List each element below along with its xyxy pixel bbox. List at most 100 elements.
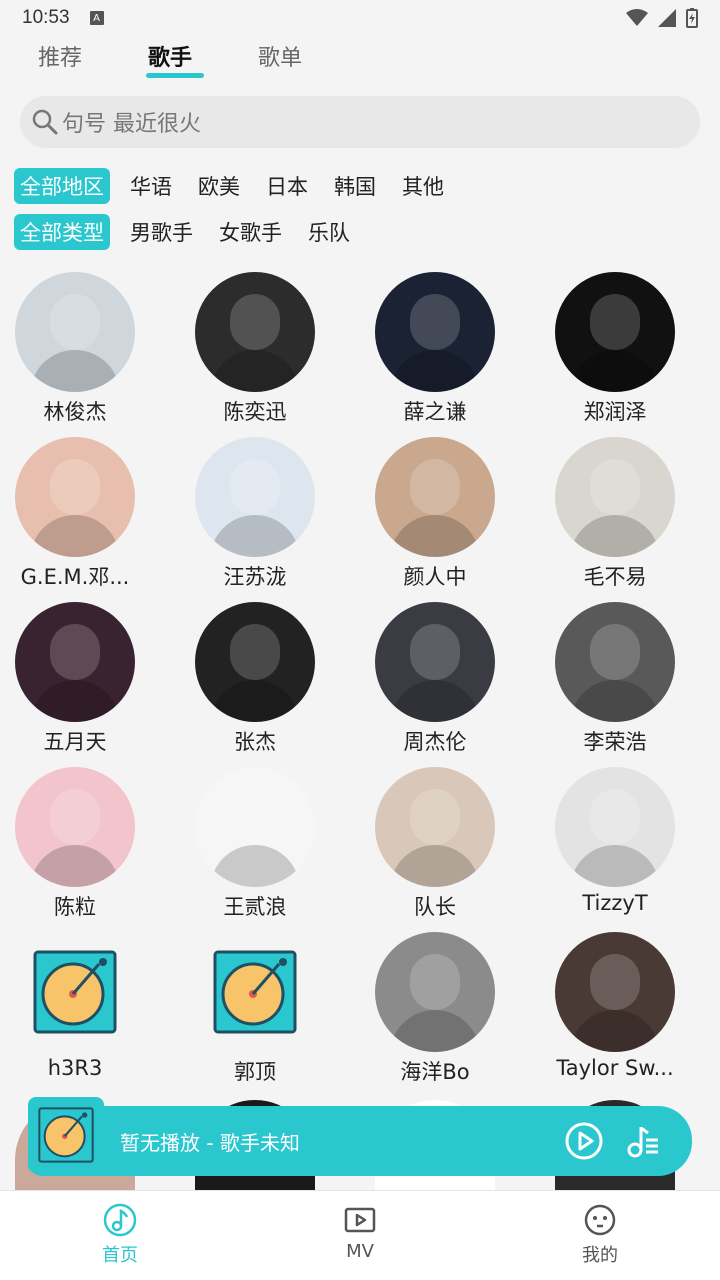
- artist-card[interactable]: Taylor Sw...: [525, 932, 705, 1080]
- avatar: [15, 767, 135, 887]
- artist-card[interactable]: 张杰: [165, 602, 345, 756]
- artist-card[interactable]: 队长: [345, 767, 525, 921]
- artist-card[interactable]: 汪苏泷: [165, 437, 345, 591]
- chip-other[interactable]: 其他: [396, 168, 450, 204]
- artist-card[interactable]: 五月天: [0, 602, 165, 756]
- play-button-icon[interactable]: [564, 1121, 604, 1161]
- avatar: [15, 437, 135, 557]
- artist-name: Taylor Sw...: [556, 1056, 674, 1080]
- player-title: 暂无播放 - 歌手未知: [120, 1130, 300, 1155]
- artist-card[interactable]: 王贰浪: [165, 767, 345, 921]
- avatar: [555, 932, 675, 1052]
- chip-all-types[interactable]: 全部类型: [14, 214, 110, 250]
- tab-singers[interactable]: 歌手: [146, 40, 258, 84]
- search-input[interactable]: 句号 最近很火: [20, 96, 700, 148]
- artist-card[interactable]: 毛不易: [525, 437, 705, 591]
- chip-japan[interactable]: 日本: [260, 168, 314, 204]
- avatar: [195, 272, 315, 392]
- top-tabs: 推荐 歌手 歌单: [38, 40, 368, 84]
- avatar: [195, 767, 315, 887]
- artist-name: 陈粒: [54, 895, 96, 919]
- turntable-icon: [33, 950, 117, 1034]
- avatar: [195, 602, 315, 722]
- chip-band[interactable]: 乐队: [302, 214, 356, 250]
- tab-label: 歌手: [148, 46, 193, 71]
- avatar: [375, 272, 495, 392]
- artist-card[interactable]: h3R3: [0, 932, 165, 1080]
- notification-a-icon: A: [89, 11, 104, 25]
- playlist-icon[interactable]: [626, 1124, 660, 1158]
- artist-card[interactable]: 林俊杰: [0, 272, 165, 426]
- artist-card[interactable]: 郭顶: [165, 932, 345, 1086]
- artist-placeholder: [195, 932, 315, 1052]
- artist-name: 汪苏泷: [223, 565, 287, 589]
- region-filter: 全部地区 华语 欧美 日本 韩国 其他: [14, 168, 464, 204]
- artist-name: 薛之谦: [403, 400, 467, 424]
- nav-home[interactable]: 首页: [0, 1191, 240, 1280]
- chip-all-regions[interactable]: 全部地区: [14, 168, 110, 204]
- nav-mine[interactable]: 我的: [480, 1191, 720, 1280]
- status-time: 10:53: [22, 7, 70, 28]
- chip-female[interactable]: 女歌手: [213, 214, 288, 250]
- avatar: [555, 602, 675, 722]
- artist-card[interactable]: 周杰伦: [345, 602, 525, 756]
- artist-name: h3R3: [47, 1056, 103, 1080]
- chip-chinese[interactable]: 华语: [124, 168, 178, 204]
- nav-label: 首页: [102, 1245, 138, 1266]
- artist-name: 郑润泽: [583, 400, 647, 424]
- avatar: [375, 602, 495, 722]
- chip-male[interactable]: 男歌手: [124, 214, 199, 250]
- nav-mv[interactable]: MV: [240, 1191, 480, 1280]
- artist-card[interactable]: TizzyT: [525, 767, 705, 915]
- turntable-icon: [38, 1107, 94, 1163]
- artist-name: 海洋Bo: [400, 1060, 470, 1084]
- status-bar: 10:53 A: [0, 0, 720, 36]
- nav-label: 我的: [582, 1245, 618, 1266]
- chip-western[interactable]: 欧美: [192, 168, 246, 204]
- bottom-nav: 首页 MV 我的: [0, 1190, 720, 1280]
- video-icon: [344, 1207, 376, 1233]
- player-cover: [28, 1097, 104, 1173]
- nav-label: MV: [346, 1241, 374, 1262]
- music-note-icon: [103, 1203, 137, 1237]
- search-icon: [32, 109, 58, 135]
- artist-name: 毛不易: [583, 565, 647, 589]
- artist-name: 郭顶: [234, 1060, 276, 1084]
- artist-placeholder: [15, 932, 135, 1052]
- artist-card[interactable]: 郑润泽: [525, 272, 705, 426]
- artist-name: 李荣浩: [583, 730, 647, 754]
- mini-player[interactable]: 暂无播放 - 歌手未知: [28, 1097, 692, 1176]
- artist-name: TizzyT: [582, 891, 648, 915]
- artist-card[interactable]: 海洋Bo: [345, 932, 525, 1086]
- avatar: [375, 437, 495, 557]
- artist-card[interactable]: 陈粒: [0, 767, 165, 921]
- turntable-icon: [213, 950, 297, 1034]
- wifi-icon: [626, 9, 648, 26]
- artist-name: 林俊杰: [43, 400, 107, 424]
- artist-name: 王贰浪: [223, 895, 287, 919]
- artist-card[interactable]: 颜人中: [345, 437, 525, 591]
- artist-card[interactable]: G.E.M.邓...: [0, 437, 165, 591]
- status-icons: [626, 8, 698, 28]
- avatar: [555, 437, 675, 557]
- type-filter: 全部类型 男歌手 女歌手 乐队: [14, 214, 370, 250]
- artist-card[interactable]: 薛之谦: [345, 272, 525, 426]
- artist-card[interactable]: 陈奕迅: [165, 272, 345, 426]
- battery-icon: [686, 8, 698, 28]
- artist-card[interactable]: 李荣浩: [525, 602, 705, 756]
- tab-playlists[interactable]: 歌单: [258, 40, 368, 84]
- avatar: [375, 767, 495, 887]
- tab-label: 推荐: [38, 46, 83, 71]
- avatar: [555, 767, 675, 887]
- avatar: [15, 272, 135, 392]
- artist-name: G.E.M.邓...: [20, 565, 130, 589]
- avatar: [15, 602, 135, 722]
- artist-name: 队长: [414, 895, 456, 919]
- signal-icon: [658, 9, 676, 27]
- tab-indicator: [146, 73, 204, 78]
- artist-name: 颜人中: [403, 565, 467, 589]
- avatar: [555, 272, 675, 392]
- tab-recommend[interactable]: 推荐: [38, 40, 148, 84]
- artist-name: 张杰: [234, 730, 276, 754]
- chip-korea[interactable]: 韩国: [328, 168, 382, 204]
